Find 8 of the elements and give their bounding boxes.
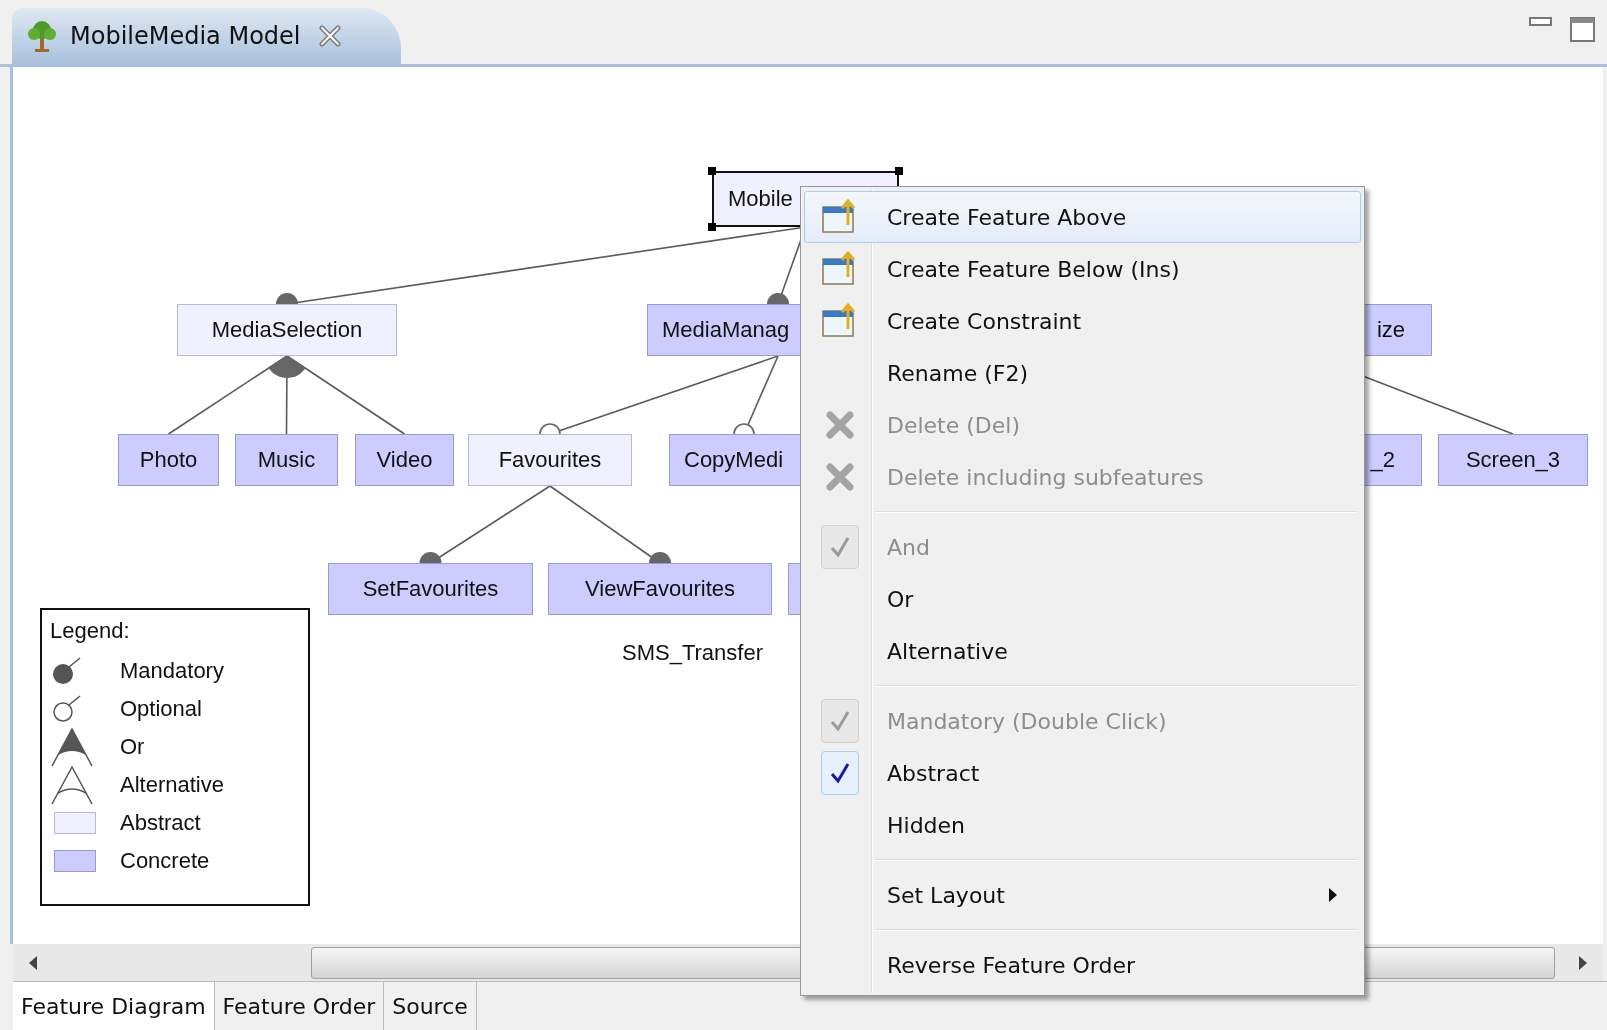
legend-label: Mandatory: [120, 658, 224, 684]
legend-label: Optional: [120, 696, 202, 722]
constraint-text: SMS_Transfer: [622, 640, 763, 666]
legend-label: Concrete: [120, 848, 210, 874]
legend-label: Alternative: [120, 772, 224, 798]
legend-label: Or: [120, 734, 145, 760]
legend-title: Legend:: [50, 618, 131, 644]
legend-label: Abstract: [120, 810, 201, 836]
